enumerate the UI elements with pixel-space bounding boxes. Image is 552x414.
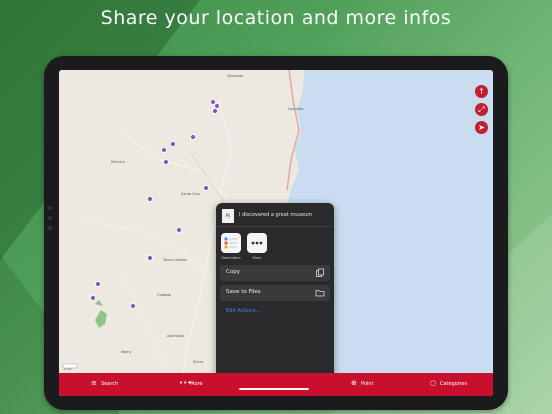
document-thumbnail: A|: [222, 209, 234, 223]
map-town-label: Vilaverde: [227, 74, 244, 78]
map-town-label: Sintra: [193, 360, 204, 364]
circle-icon: ○: [430, 379, 437, 387]
divider: [216, 226, 334, 227]
compass-button[interactable]: ↑: [475, 85, 488, 98]
share-header: A| I discovered a great museum: [222, 209, 328, 223]
map-town-label: Mafra: [121, 350, 131, 354]
share-sheet: A| I discovered a great museum Reminders: [216, 203, 334, 382]
action-label: Save to Files: [226, 289, 261, 295]
map-poi-marker[interactable]: [147, 196, 153, 202]
tablet-frame: Vilaverde Lourinha Peniche Santa Cruz Bo…: [44, 56, 508, 410]
tab-label: Search: [101, 381, 119, 387]
reminders-icon: [221, 233, 241, 253]
map-poi-marker[interactable]: [95, 281, 101, 287]
promo-headline: Share your location and more infos: [100, 7, 452, 29]
folder-icon: [315, 288, 325, 298]
share-message: I discovered a great museum: [239, 212, 313, 218]
home-indicator: [239, 388, 309, 390]
more-icon: [247, 233, 267, 253]
edit-actions-link[interactable]: Edit Actions...: [226, 308, 260, 314]
save-to-files-action[interactable]: Save to Files: [220, 285, 330, 301]
map-town-label: Azambuja: [167, 334, 185, 338]
map-town-label: Santa Cruz: [181, 192, 201, 196]
map-poi-marker[interactable]: [176, 227, 182, 233]
map-town-label: Peniche: [111, 160, 125, 164]
map-town-label: Lourinha: [288, 107, 304, 111]
copy-action[interactable]: Copy: [220, 265, 330, 281]
app-screen: Vilaverde Lourinha Peniche Santa Cruz Bo…: [59, 70, 493, 396]
map-scale-label: 5 km: [64, 367, 72, 371]
share-app-label: More: [252, 256, 262, 260]
bottom-tab-bar: ≡ Search ••• More ⊕ Point ○ Categories: [59, 373, 493, 396]
plus-circle-icon: ⊕: [351, 379, 357, 387]
copy-icon: [315, 268, 325, 278]
share-app-reminders[interactable]: Reminders: [221, 233, 241, 260]
share-app-label: Reminders: [221, 256, 241, 260]
map-poi-marker[interactable]: [147, 255, 153, 261]
tab-label: Point: [361, 381, 374, 387]
map-poi-marker[interactable]: [90, 295, 96, 301]
map-poi-marker[interactable]: [203, 185, 209, 191]
action-label: Copy: [226, 269, 240, 275]
camera-dot: [48, 206, 52, 210]
map-poi-marker[interactable]: [212, 108, 218, 114]
list-icon: ≡: [91, 379, 97, 387]
tab-label: Categories: [440, 381, 467, 387]
map-poi-marker[interactable]: [163, 159, 169, 165]
camera-dot: [48, 226, 52, 230]
fullscreen-button[interactable]: ⤢: [475, 103, 488, 116]
locate-button[interactable]: ➤: [475, 121, 488, 134]
map-poi-marker[interactable]: [161, 147, 167, 153]
tab-label: More: [190, 381, 203, 387]
map-poi-marker[interactable]: [190, 134, 196, 140]
map-poi-marker[interactable]: [130, 303, 136, 309]
map-poi-marker[interactable]: [170, 141, 176, 147]
map-town-label: Cadaval: [157, 293, 172, 297]
map-town-label: Torres Vedras: [163, 258, 187, 262]
share-app-more[interactable]: More: [247, 233, 267, 260]
camera-dot: [48, 216, 52, 220]
